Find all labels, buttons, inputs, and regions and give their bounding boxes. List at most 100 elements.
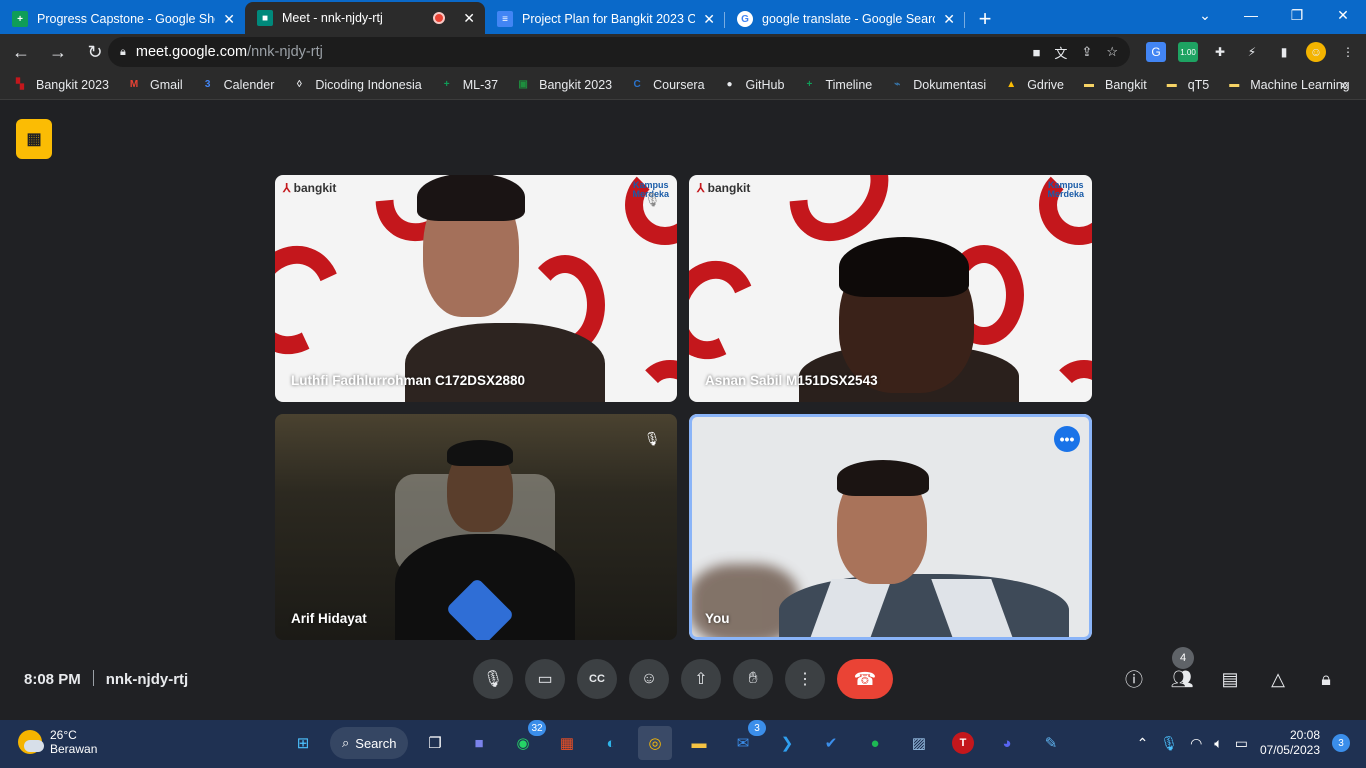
bookmark-timeline[interactable]: + Timeline bbox=[801, 77, 873, 93]
taskbar-search[interactable]: ⌕ Search bbox=[330, 727, 408, 759]
participant-tile[interactable]: ⅄ bangkit Kampus Merdeka 🎙︎ Luthfi Fadhlu… bbox=[275, 175, 677, 402]
host-controls-icon[interactable]: ▦ bbox=[16, 119, 52, 159]
mail-button[interactable]: ✉︎ 3 bbox=[726, 720, 766, 760]
teams-chat-button[interactable]: ■ bbox=[462, 726, 496, 760]
store-button[interactable]: ▦ bbox=[550, 726, 584, 760]
clock-time: 20:08 bbox=[1289, 728, 1320, 742]
bookmark-dicoding-indonesia[interactable]: ◊ Dicoding Indonesia bbox=[291, 77, 422, 93]
bookmark-coursera[interactable]: C Coursera bbox=[629, 77, 705, 93]
edge-button[interactable]: ◐ bbox=[594, 726, 628, 760]
translate-extension-icon[interactable]: G bbox=[1146, 42, 1166, 62]
bookmark-bangkit[interactable]: ▬ Bangkit bbox=[1081, 77, 1147, 93]
people-button[interactable]: 4 👥︎ bbox=[1166, 647, 1198, 699]
microphone-button[interactable]: 🎙︎ bbox=[473, 659, 513, 699]
bookmark-star-icon[interactable]: ☆ bbox=[1106, 44, 1118, 60]
clock[interactable]: 20:08 07/05/2023 bbox=[1260, 728, 1320, 758]
participant-tile[interactable]: ⅄ bangkit Kampus Merdeka Asnan Sabil M151… bbox=[689, 175, 1092, 402]
sheets-icon: + bbox=[12, 11, 28, 27]
t-app-button[interactable]: T bbox=[946, 726, 980, 760]
wifi-icon[interactable]: ◠ bbox=[1190, 735, 1202, 752]
vscode-button[interactable]: ❯ bbox=[770, 726, 804, 760]
close-tab-icon[interactable]: ✕ bbox=[463, 10, 475, 27]
calendar-icon: 3 bbox=[204, 79, 211, 90]
photos-button[interactable]: ▨ bbox=[902, 726, 936, 760]
performance-icon[interactable]: ⚡︎ bbox=[1242, 42, 1262, 62]
folder-icon: ▬ bbox=[691, 734, 707, 752]
camera-icon[interactable]: ■ bbox=[1033, 45, 1041, 60]
bookmark-github[interactable]: ● GitHub bbox=[722, 77, 785, 93]
reactions-button[interactable]: ☺ bbox=[629, 659, 669, 699]
new-tab-button[interactable]: + bbox=[965, 4, 1005, 34]
forward-button[interactable]: → bbox=[42, 36, 74, 68]
lock-icon[interactable]: 🔒︎ bbox=[120, 46, 126, 59]
profile-avatar[interactable]: ☺ bbox=[1306, 42, 1326, 62]
file-explorer-button[interactable]: ▬ bbox=[682, 726, 716, 760]
share-icon[interactable]: ⇪ bbox=[1081, 44, 1092, 60]
bookmark-bangkit-2023[interactable]: ▚ Bangkit 2023 bbox=[12, 77, 109, 93]
tab-meet[interactable]: ■ Meet - nnk-njdy-rtj ✕ bbox=[245, 2, 485, 34]
task-view-button[interactable]: ❐ bbox=[418, 726, 452, 760]
meeting-details-button[interactable]: ⓘ bbox=[1118, 659, 1150, 699]
battery-icon[interactable]: ▭ bbox=[1235, 735, 1248, 752]
chevron-up-icon[interactable]: ⌃ bbox=[1137, 735, 1149, 752]
edge-icon: ◐ bbox=[606, 734, 616, 752]
extensions-icon[interactable]: ✚ bbox=[1210, 42, 1230, 62]
whatsapp-button[interactable]: ◉ 32 bbox=[506, 720, 546, 760]
bookmarks-overflow-icon[interactable]: » bbox=[1340, 76, 1348, 92]
coursera-icon: C bbox=[633, 79, 641, 90]
close-tab-icon[interactable]: ✕ bbox=[703, 11, 715, 28]
tab-google-search[interactable]: G google translate - Google Search ✕ bbox=[725, 4, 965, 34]
weather-widget[interactable]: 26°C Berawan bbox=[18, 728, 97, 756]
chat-button[interactable]: ▤ bbox=[1214, 659, 1246, 699]
self-view-tile[interactable]: ••• You bbox=[689, 414, 1092, 640]
notification-badge[interactable]: 3 bbox=[1332, 734, 1350, 752]
camera-button[interactable]: ▭ bbox=[525, 659, 565, 699]
bookmark-label: Bangkit bbox=[1105, 77, 1147, 92]
drive-icon: ▲ bbox=[1006, 79, 1017, 90]
speed-extension-icon[interactable]: 1.00 bbox=[1178, 42, 1198, 62]
volume-icon[interactable]: 🔈︎ bbox=[1214, 735, 1222, 752]
chrome-button[interactable]: ◎ bbox=[638, 726, 672, 760]
start-button[interactable]: ⊞ bbox=[286, 726, 320, 760]
tab-project-plan[interactable]: ≡ Project Plan for Bangkit 2023 Co ✕ bbox=[485, 4, 725, 34]
more-options-icon[interactable]: ••• bbox=[1054, 426, 1080, 452]
side-panel-icon[interactable]: ▮ bbox=[1274, 42, 1294, 62]
menu-icon[interactable]: ⋮ bbox=[1338, 42, 1358, 62]
activities-button[interactable]: △ bbox=[1262, 659, 1294, 699]
back-button[interactable]: ← bbox=[5, 36, 37, 68]
restore-button[interactable]: ❐ bbox=[1274, 0, 1320, 30]
participant-tile[interactable]: 🎙︎ Arif Hidayat bbox=[275, 414, 677, 640]
bookmark-gdrive[interactable]: ▲ Gdrive bbox=[1003, 77, 1064, 93]
close-window-button[interactable]: ✕ bbox=[1320, 0, 1366, 30]
translate-icon[interactable]: 文 bbox=[1054, 43, 1067, 62]
reload-button[interactable]: ↻ bbox=[79, 36, 111, 68]
bookmark-calender[interactable]: 3 Calender bbox=[200, 77, 275, 93]
participant-name: You bbox=[705, 611, 730, 626]
tab-progress-capstone[interactable]: + Progress Capstone - Google Sheets ✕ bbox=[0, 4, 245, 34]
bookmark-label: GitHub bbox=[745, 77, 785, 92]
tab-search-icon[interactable]: ⌄ bbox=[1182, 0, 1228, 30]
bookmark-gmail[interactable]: M Gmail bbox=[126, 77, 183, 93]
bookmark-bangkit-2023[interactable]: ▣ Bangkit 2023 bbox=[515, 77, 612, 93]
paint-button[interactable]: ✎ bbox=[1034, 726, 1068, 760]
present-button[interactable]: ⇧ bbox=[681, 659, 721, 699]
checkmark-icon: ✔︎ bbox=[824, 735, 838, 752]
bookmark-dokumentasi[interactable]: ⌁ Dokumentasi bbox=[889, 77, 986, 93]
discord-button[interactable]: ◕ bbox=[990, 726, 1024, 760]
minimize-button[interactable]: — bbox=[1228, 0, 1274, 30]
address-bar[interactable]: 🔒︎ meet.google.com/nnk-njdy-rtj ■ 文 ⇪ ☆ bbox=[108, 37, 1130, 67]
captions-button[interactable]: CC bbox=[577, 659, 617, 699]
microphone-tray-icon[interactable]: 🎙︎ bbox=[1160, 735, 1178, 752]
bookmark-machine-learning[interactable]: ▬ Machine Learning bbox=[1226, 77, 1349, 93]
more-options-button[interactable]: ⋮ bbox=[785, 659, 825, 699]
todo-button[interactable]: ✔︎ bbox=[814, 726, 848, 760]
close-tab-icon[interactable]: ✕ bbox=[223, 11, 235, 28]
bookmark-qt5[interactable]: ▬ qT5 bbox=[1164, 77, 1210, 93]
leave-call-button[interactable]: ☎︎ bbox=[837, 659, 893, 699]
host-controls-button[interactable]: 🔒︎ bbox=[1310, 659, 1342, 699]
raise-hand-button[interactable]: ✋︎ bbox=[733, 659, 773, 699]
close-tab-icon[interactable]: ✕ bbox=[943, 11, 955, 28]
spotify-button[interactable]: ● bbox=[858, 726, 892, 760]
bookmark-ml-37[interactable]: + ML-37 bbox=[439, 77, 498, 93]
bangkit-logo: ⅄ bangkit bbox=[697, 181, 751, 195]
